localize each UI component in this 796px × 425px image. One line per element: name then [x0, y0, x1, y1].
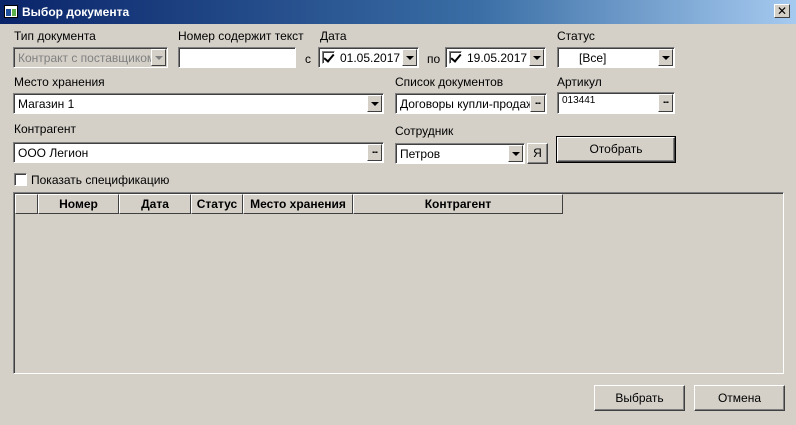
column-header-date[interactable]: Дата: [119, 194, 191, 214]
chevron-down-icon: [151, 49, 166, 66]
show-spec-checkbox[interactable]: [14, 173, 27, 186]
date-to-picker[interactable]: 19.05.2017: [445, 47, 546, 68]
chevron-down-icon[interactable]: [402, 49, 417, 66]
doc-list-field[interactable]: Договоры купли-продажи ...: [395, 93, 547, 114]
employee-value: Петров: [400, 147, 441, 161]
number-contains-input[interactable]: [178, 47, 296, 68]
chevron-down-icon[interactable]: [508, 145, 523, 162]
window-titlebar: Выбор документа ✕: [0, 0, 796, 24]
article-field[interactable]: 013441 ...: [557, 92, 675, 114]
doc-type-select: Контракт с поставщиком: [13, 47, 168, 68]
date-to-checkbox[interactable]: [449, 51, 462, 64]
choose-button[interactable]: Выбрать: [594, 385, 685, 411]
column-header-storage[interactable]: Место хранения: [243, 194, 353, 214]
doc-type-label: Тип документа: [14, 29, 96, 43]
chevron-down-icon[interactable]: [367, 95, 382, 112]
app-icon: [4, 5, 18, 18]
storage-select[interactable]: Магазин 1: [13, 93, 384, 114]
date-to-value: 19.05.2017: [467, 51, 528, 65]
column-header-status[interactable]: Статус: [191, 194, 243, 214]
me-button-label: Я: [533, 146, 542, 160]
article-value: 013441: [562, 95, 596, 106]
choose-button-label: Выбрать: [615, 391, 664, 405]
column-header-counterparty[interactable]: Контрагент: [353, 194, 563, 214]
chevron-down-icon[interactable]: [658, 49, 673, 66]
column-header-number[interactable]: Номер: [38, 194, 119, 214]
column-header-selector[interactable]: [15, 194, 38, 214]
filter-button-label: Отобрать: [589, 142, 643, 156]
ellipsis-icon[interactable]: ...: [658, 94, 673, 112]
cancel-button[interactable]: Отмена: [694, 385, 785, 411]
me-button[interactable]: Я: [527, 143, 548, 164]
close-icon: ✕: [776, 4, 788, 18]
counterparty-label: Контрагент: [14, 122, 77, 136]
doc-list-value: Договоры купли-продажи: [400, 97, 541, 111]
status-select[interactable]: [Все]: [557, 47, 675, 68]
status-value: [Все]: [579, 51, 607, 65]
chevron-down-icon[interactable]: [529, 49, 544, 66]
doc-type-value: Контракт с поставщиком: [18, 51, 156, 65]
date-from-value: 01.05.2017: [340, 51, 401, 65]
ellipsis-icon[interactable]: ...: [530, 95, 545, 112]
article-label: Артикул: [557, 75, 602, 89]
table-header: Номер Дата Статус Место хранения Контраг…: [15, 194, 563, 214]
employee-label: Сотрудник: [395, 124, 454, 138]
counterparty-field[interactable]: ООО Легион ...: [13, 142, 384, 163]
close-button[interactable]: ✕: [774, 4, 790, 18]
storage-value: Магазин 1: [18, 97, 75, 111]
date-from-checkbox[interactable]: [322, 51, 335, 64]
show-spec-label: Показать спецификацию: [31, 173, 170, 187]
documents-table[interactable]: Номер Дата Статус Место хранения Контраг…: [13, 192, 784, 374]
date-label: Дата: [320, 29, 347, 43]
employee-select[interactable]: Петров: [395, 143, 525, 164]
counterparty-value: ООО Легион: [18, 146, 89, 160]
number-contains-label: Номер содержит текст: [178, 29, 304, 43]
storage-label: Место хранения: [14, 75, 105, 89]
doc-list-label: Список документов: [395, 75, 504, 89]
date-from-picker[interactable]: 01.05.2017: [318, 47, 419, 68]
date-from-prefix: с: [305, 52, 311, 66]
filter-button[interactable]: Отобрать: [556, 136, 676, 163]
ellipsis-icon[interactable]: ...: [367, 144, 382, 161]
cancel-button-label: Отмена: [717, 391, 762, 405]
status-label: Статус: [557, 29, 595, 43]
date-to-prefix: по: [427, 52, 441, 66]
window-title: Выбор документа: [22, 5, 130, 19]
